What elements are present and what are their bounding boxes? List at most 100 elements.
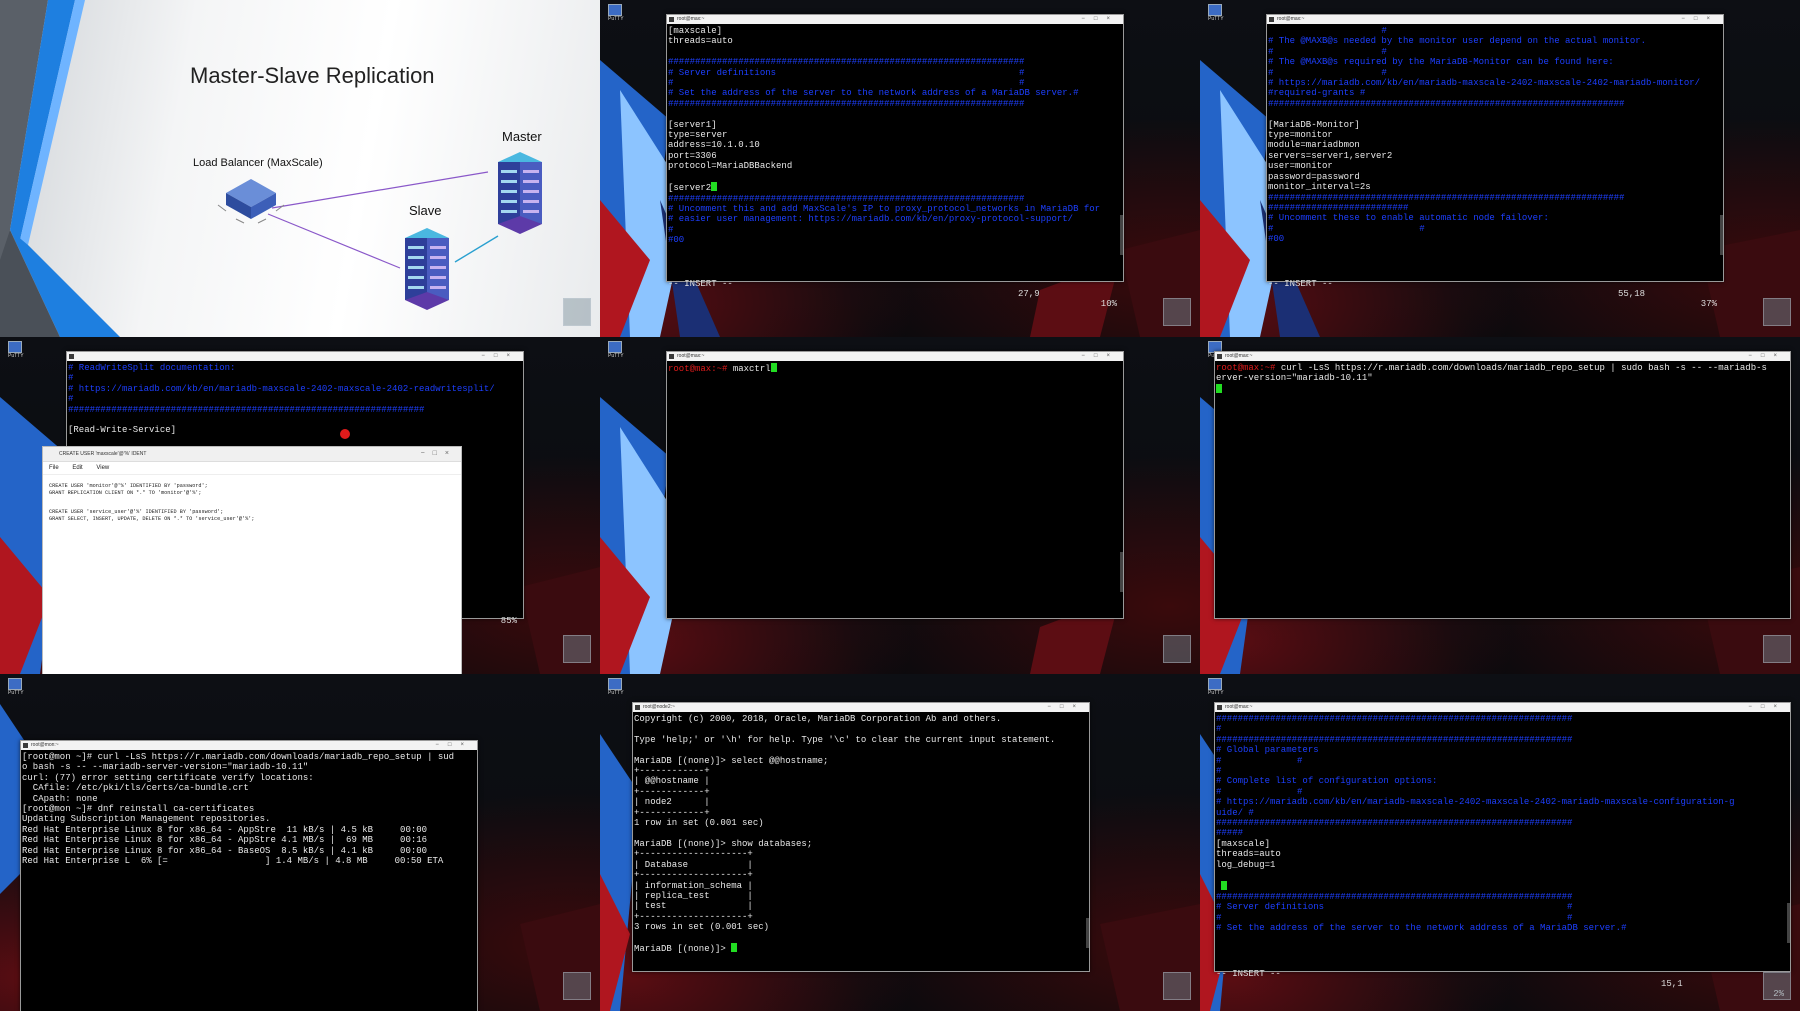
terminal-line: ##### (1216, 828, 1244, 839)
terminal-window[interactable]: root@max:~ −□× ##########################… (1214, 702, 1791, 999)
notepad-line (49, 503, 455, 510)
menu-edit[interactable]: Edit (72, 465, 82, 471)
terminal-content[interactable]: root@max:~# curl -LsS https://r.mariadb.… (1215, 361, 1790, 395)
shell-command: curl -LsS https://r.mariadb.com/download… (1275, 363, 1767, 373)
terminal-line: Type 'help;' or '\h' for help. Type '\c'… (634, 734, 1056, 745)
window-titlebar[interactable]: −□× (67, 352, 523, 361)
window-controls[interactable]: −□× (1748, 703, 1786, 712)
scrollbar[interactable] (1720, 215, 1723, 255)
window-controls[interactable]: −□× (1081, 352, 1119, 361)
notepad-line: GRANT SELECT, INSERT, UPDATE, DELETE ON … (49, 515, 255, 522)
notepad-text-area[interactable]: CREATE USER 'monitor'@'%' IDENTIFIED BY … (43, 475, 461, 531)
terminal-line: # (68, 373, 74, 384)
window-title: root@max:~ (677, 353, 705, 359)
terminal-line: # https://mariadb.com/kb/en/mariadb-maxs… (68, 383, 495, 394)
curl-tile: PuTTY root@max:~−□× root@max:~# curl -Ls… (1200, 337, 1800, 674)
terminal-window[interactable]: root@max:~ −□× root@max:~# curl -LsS http… (1214, 351, 1791, 619)
terminal-line: # Set the address of the server to the n… (1216, 923, 1627, 934)
terminal-content[interactable]: [maxscale] threads=auto #################… (667, 24, 1123, 246)
terminal-line: +--------------------+ (634, 911, 753, 922)
terminal-window[interactable]: root@max:~ −□× # # The @MAXB@s needed by t… (1266, 14, 1724, 309)
notepad-line: CREATE USER 'monitor'@'%' IDENTIFIED BY … (49, 483, 208, 489)
window-controls[interactable]: −□× (1748, 352, 1786, 361)
vim-tile-global: PuTTY root@max:~ −□× ####################… (1200, 674, 1800, 1011)
window-controls[interactable]: −□× (421, 447, 457, 461)
putty-desktop-icon[interactable]: PuTTY (608, 341, 624, 359)
notepad-window[interactable]: CREATE USER 'maxscale'@'%' IDENT −□× Fil… (42, 446, 462, 674)
terminal-line: +------------+ (634, 807, 710, 818)
terminal-content[interactable]: # ReadWriteSplit documentation: # # https:… (67, 361, 523, 436)
terminal-line: #00 (1268, 234, 1285, 245)
terminal-window[interactable]: root@mon:~ −□× [root@mon ~]# curl -LsS ht… (20, 740, 478, 1011)
terminal-line: | node2 | (634, 797, 710, 808)
terminal-line: o bash -s -- --mariadb-server-version="m… (22, 762, 309, 773)
notepad-line: CREATE USER 'service_user'@'%' IDENTIFIE… (49, 509, 224, 516)
shell-command: maxctrl (727, 364, 771, 374)
scrollbar[interactable] (1120, 215, 1123, 255)
window-titlebar[interactable]: root@max:~ −□× (1215, 703, 1790, 712)
terminal-line: Red Hat Enterprise Linux 8 for x86_64 - … (22, 835, 428, 846)
terminal-window[interactable]: root@max:~ −□× root@max:~# maxctrl (666, 351, 1124, 619)
menu-file[interactable]: File (49, 465, 59, 471)
terminal-line: ########################################… (668, 193, 1025, 204)
window-controls[interactable]: −□× (1681, 15, 1719, 24)
terminal-line: # (1216, 766, 1222, 777)
putty-desktop-icon[interactable]: PuTTY (1208, 4, 1224, 22)
terminal-line: [server1] (668, 119, 717, 130)
terminal-line: # (1216, 724, 1222, 735)
putty-desktop-icon[interactable]: PuTTY (608, 678, 624, 696)
terminal-line: ########################################… (1268, 98, 1625, 109)
terminal-line: | information_schema | (634, 880, 753, 891)
window-titlebar[interactable]: root@max:~ −□× (1267, 15, 1723, 24)
terminal-content[interactable]: [root@mon ~]# curl -LsS https://r.mariad… (21, 750, 477, 866)
vim-mode: -- INSERT -- (668, 279, 733, 289)
scrollbar[interactable] (1086, 918, 1089, 948)
vim-statusline: -- INSERT -- 55,18 37% (1268, 269, 1721, 309)
terminal-window[interactable]: root@max:~ −□× [maxscale] threads=auto ###… (666, 14, 1124, 309)
window-titlebar[interactable]: root@max:~ −□× (667, 352, 1123, 361)
terminal-line: ########################################… (668, 57, 1025, 68)
notepad-tab[interactable]: CREATE USER 'maxscale'@'%' IDENT (59, 451, 146, 457)
window-titlebar[interactable]: root@max:~ −□× (667, 15, 1123, 24)
window-titlebar[interactable]: root@max:~ −□× (1215, 352, 1790, 361)
window-controls[interactable]: −□× (481, 352, 519, 361)
terminal-line: | test | (634, 901, 753, 912)
terminal-line: # # (1268, 223, 1425, 234)
vim-mode: -- INSERT -- (1216, 969, 1281, 979)
terminal-line: # Uncomment this and add MaxScale's IP t… (668, 203, 1101, 214)
notepad-menubar: File Edit View (43, 462, 461, 475)
terminal-line: [root@mon ~]# curl -LsS https://r.mariad… (22, 752, 455, 762)
terminal-content[interactable]: Copyright (c) 2000, 2018, Oracle, MariaD… (633, 712, 1089, 954)
udemy-watermark-icon (1763, 972, 1791, 1000)
scrollbar[interactable] (1787, 903, 1790, 943)
terminal-line: monitor_interval=2s (1268, 182, 1371, 193)
window-controls[interactable]: −□× (1047, 703, 1085, 712)
putty-desktop-icon[interactable]: PuTTY (1208, 678, 1224, 696)
terminal-content[interactable]: # # The @MAXB@s needed by the monitor use… (1267, 24, 1723, 245)
terminal-line: +--------------------+ (634, 870, 753, 881)
menu-view[interactable]: View (96, 465, 109, 471)
cursor-position: 55,18 (1618, 289, 1646, 299)
scrollbar[interactable] (1120, 552, 1123, 592)
terminal-line: Red Hat Enterprise Linux 8 for x86_64 - … (22, 824, 428, 835)
terminal-content[interactable]: ########################################… (1215, 712, 1790, 934)
putty-desktop-icon[interactable]: PuTTY (8, 341, 24, 359)
terminal-window[interactable]: root@node2:~ −□× Copyright (c) 2000, 2018… (632, 702, 1090, 972)
window-titlebar[interactable]: root@mon:~ −□× (21, 741, 477, 750)
terminal-line: # (68, 394, 74, 405)
window-titlebar[interactable]: root@node2:~ −□× (633, 703, 1089, 712)
putty-desktop-icon[interactable]: PuTTY (608, 4, 624, 22)
terminal-line: 1 row in set (0.001 sec) (634, 818, 764, 829)
terminal-line: +------------+ (634, 766, 710, 777)
terminal-line: # # (1216, 786, 1303, 797)
window-controls[interactable]: −□× (1081, 15, 1119, 24)
putty-desktop-icon[interactable]: PuTTY (8, 678, 24, 696)
terminal-content[interactable]: root@max:~# maxctrl (667, 361, 1123, 374)
notepad-titlebar[interactable]: CREATE USER 'maxscale'@'%' IDENT −□× (43, 447, 461, 462)
terminal-line: +------------+ (634, 786, 710, 797)
window-controls[interactable]: −□× (435, 741, 473, 750)
